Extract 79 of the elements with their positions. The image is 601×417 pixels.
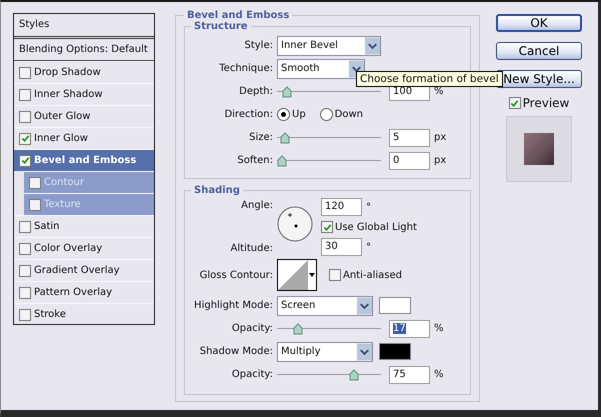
style-dropdown[interactable]: Inner Bevel bbox=[277, 36, 381, 56]
angle-dial[interactable] bbox=[277, 206, 313, 242]
contour-curve-icon bbox=[278, 260, 308, 290]
checkbox[interactable] bbox=[19, 132, 31, 144]
slider-thumb[interactable] bbox=[282, 86, 292, 98]
contour-picker[interactable] bbox=[277, 259, 317, 291]
checkbox[interactable] bbox=[321, 221, 333, 233]
field-label: Opacity: bbox=[230, 323, 274, 334]
unit-label: % bbox=[434, 323, 444, 334]
style-item[interactable]: Stroke bbox=[14, 303, 154, 324]
style-item[interactable]: Outer Glow bbox=[14, 105, 154, 127]
value-field[interactable]: 0 bbox=[389, 152, 430, 170]
color-swatch[interactable] bbox=[379, 343, 411, 360]
group-title: Shading bbox=[193, 185, 241, 196]
group-title: Structure bbox=[193, 21, 249, 32]
checkbox-label: Anti-aliased bbox=[343, 270, 402, 280]
highlight-mode-dropdown[interactable]: Screen bbox=[277, 296, 373, 316]
value-field[interactable]: 17 bbox=[389, 320, 430, 338]
tooltip: Choose formation of bevel bbox=[356, 71, 503, 87]
style-item[interactable]: Gradient Overlay bbox=[14, 259, 154, 281]
unit-label: % bbox=[434, 86, 444, 97]
checkbox-label: Use Global Light bbox=[335, 222, 417, 232]
checkbox[interactable] bbox=[19, 264, 31, 276]
field-label: Highlight Mode: bbox=[193, 300, 274, 311]
field-label: Altitude: bbox=[230, 243, 274, 254]
radio-button[interactable]: Up bbox=[277, 108, 306, 121]
unit-label: px bbox=[434, 132, 446, 143]
checkbox-label: Preview bbox=[522, 96, 570, 110]
angle-field[interactable]: 120 bbox=[321, 198, 362, 216]
field-label: Opacity: bbox=[230, 369, 274, 380]
field-label: Shadow Mode: bbox=[198, 346, 274, 357]
checkbox[interactable] bbox=[19, 220, 31, 232]
checkbox[interactable] bbox=[19, 308, 31, 320]
dialog-button[interactable]: New Style... bbox=[496, 70, 582, 88]
checkbox[interactable] bbox=[19, 154, 31, 166]
checkbox[interactable] bbox=[29, 176, 41, 188]
style-item[interactable]: Color Overlay bbox=[14, 237, 154, 259]
field-label: Soften: bbox=[236, 155, 274, 166]
style-item[interactable]: Bevel and Emboss bbox=[14, 149, 154, 171]
color-swatch[interactable] bbox=[379, 297, 411, 314]
preview-swatch bbox=[506, 116, 572, 182]
field-label: Depth: bbox=[238, 86, 274, 97]
radio-button[interactable]: Down bbox=[320, 108, 364, 121]
checkbox[interactable] bbox=[19, 242, 31, 254]
checkbox[interactable] bbox=[29, 198, 41, 210]
value-field[interactable]: 5 bbox=[389, 128, 430, 146]
field-label: Size: bbox=[248, 132, 274, 143]
style-item[interactable]: Satin bbox=[14, 215, 154, 237]
slider-thumb[interactable] bbox=[349, 368, 359, 380]
field-label: Gloss Contour: bbox=[198, 270, 274, 280]
style-item[interactable]: Inner Shadow bbox=[14, 83, 154, 105]
unit-label: ° bbox=[366, 242, 371, 252]
style-item[interactable]: Pattern Overlay bbox=[14, 281, 154, 303]
group-title: Bevel and Emboss bbox=[186, 10, 290, 21]
dialog-button[interactable]: Cancel bbox=[496, 42, 582, 60]
checkbox[interactable] bbox=[19, 88, 31, 100]
checkbox[interactable] bbox=[19, 110, 31, 122]
slider-thumb[interactable] bbox=[280, 132, 290, 144]
value-field[interactable]: 75 bbox=[389, 366, 430, 384]
shadow-mode-dropdown[interactable]: Multiply bbox=[277, 342, 373, 362]
field-label: Angle: bbox=[240, 200, 274, 211]
field-label: Direction: bbox=[223, 109, 274, 120]
checkbox[interactable] bbox=[19, 286, 31, 298]
field-label: Technique: bbox=[218, 63, 274, 74]
dialog-button[interactable]: OK bbox=[496, 14, 582, 32]
field-label: Style: bbox=[244, 40, 274, 51]
slider-thumb[interactable] bbox=[293, 322, 304, 334]
checkbox[interactable] bbox=[508, 97, 521, 109]
styles-header[interactable]: Styles bbox=[14, 14, 154, 39]
unit-label: px bbox=[434, 155, 446, 166]
caret-icon bbox=[309, 273, 315, 277]
checkbox[interactable] bbox=[19, 66, 31, 78]
slider-thumb[interactable] bbox=[277, 154, 287, 166]
style-item[interactable]: Blending Options: Default bbox=[14, 39, 154, 61]
unit-label: % bbox=[434, 369, 444, 380]
unit-label: ° bbox=[366, 202, 371, 212]
style-item[interactable]: Drop Shadow bbox=[14, 61, 154, 83]
altitude-field[interactable]: 30 bbox=[321, 238, 362, 256]
checkbox[interactable] bbox=[329, 269, 341, 281]
